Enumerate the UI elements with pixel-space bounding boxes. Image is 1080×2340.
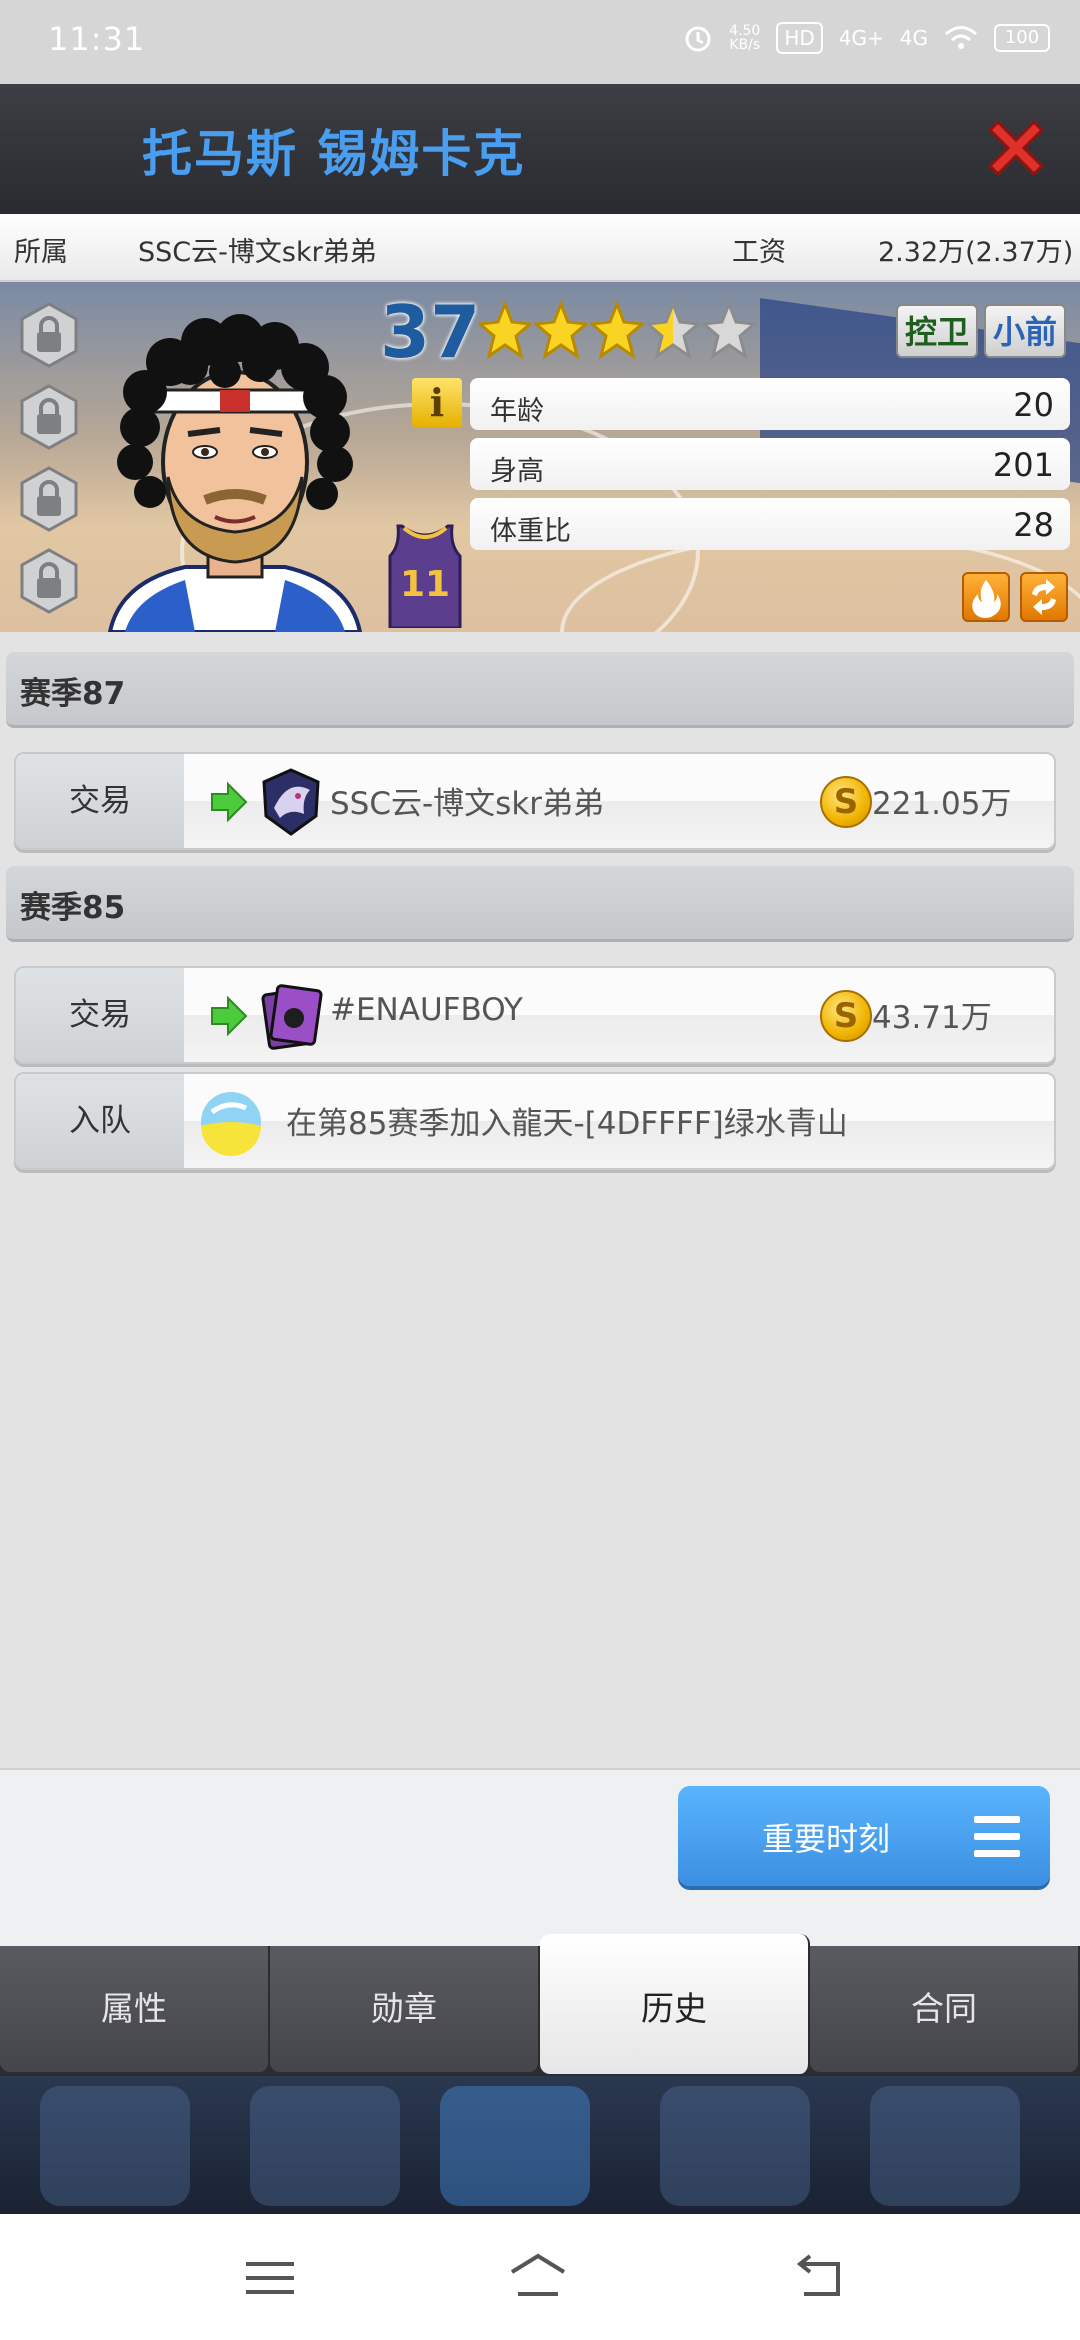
lock-badge-icon[interactable] — [20, 466, 78, 532]
player-card: 37 控卫 小前 i 年龄 20 身高 201 体重比 28 11 — [0, 282, 1080, 632]
salary-label: 工资 — [732, 237, 786, 268]
stat-weight-ratio: 体重比 28 — [470, 498, 1070, 550]
jersey-icon: 11 — [388, 522, 462, 628]
system-nav-bar — [0, 2214, 1080, 2340]
row-type: 交易 — [16, 968, 184, 1062]
row-type: 入队 — [16, 1074, 184, 1168]
season-header: 赛季87 — [6, 652, 1074, 728]
row-type: 交易 — [16, 754, 184, 848]
team-name: SSC云-博文skr弟弟 — [330, 786, 605, 822]
team-salary-row: 所属 SSC云-博文skr弟弟 工资 2.32万(2.37万) — [0, 214, 1080, 282]
star-half-icon — [646, 300, 700, 360]
history-row-join[interactable]: 入队 在第85赛季加入龍天-[4DFFFF]绿水青山 — [14, 1072, 1056, 1170]
coin-icon: S — [820, 990, 872, 1042]
jersey-number: 11 — [399, 564, 451, 605]
join-text: 在第85赛季加入龍天-[4DFFFF]绿水青山 — [286, 1106, 848, 1142]
refresh-icon — [1032, 579, 1056, 615]
home-icon[interactable] — [508, 2250, 568, 2306]
arrow-right-icon — [211, 996, 248, 1036]
wifi-icon — [945, 26, 977, 49]
team-label: 所属 — [14, 237, 68, 268]
tab-contract[interactable]: 合同 — [810, 1946, 1080, 2072]
tab-medals[interactable]: 勋章 — [270, 1946, 540, 2072]
stat-age: 年龄 20 — [470, 378, 1070, 430]
status-time: 11:31 — [48, 20, 146, 58]
tab-history[interactable]: 历史 — [540, 1934, 810, 2074]
alarm-icon — [685, 26, 711, 52]
fire-button[interactable] — [962, 572, 1010, 622]
close-icon[interactable] — [980, 112, 1052, 184]
team-value: SSC云-博文skr弟弟 — [138, 237, 377, 268]
history-row-trade[interactable]: 交易 #ENAUFBOY S 43.71万 — [14, 966, 1056, 1064]
sim1-signal: 4G+ — [838, 26, 884, 50]
recents-menu-icon[interactable] — [240, 2250, 300, 2306]
menu-icon — [974, 1816, 1020, 1867]
team-logo-icon — [201, 1092, 261, 1156]
status-icons: 4.50 KB/s HD 4G+ 4G 100 — [683, 22, 1050, 54]
arrow-right-icon — [211, 782, 248, 822]
trade-amount: 221.05万 — [872, 786, 1012, 822]
position-badge-pg: 控卫 — [896, 304, 978, 358]
key-moments-button[interactable]: 重要时刻 — [678, 1786, 1050, 1886]
lock-badge-icon[interactable] — [20, 302, 78, 368]
blurred-background — [0, 2076, 1080, 2214]
status-bar: 11:31 4.50 KB/s HD 4G+ 4G 100 — [0, 0, 1080, 84]
star-full-icon — [534, 300, 588, 360]
back-icon[interactable] — [790, 2250, 850, 2306]
fire-icon — [972, 580, 1001, 618]
player-name: 托马斯 锡姆卡克 — [142, 125, 526, 183]
salary-value: 2.32万(2.37万) — [878, 237, 1074, 268]
stat-height: 身高 201 — [470, 438, 1070, 490]
tab-bar: 属性 勋章 历史 合同 — [0, 1934, 1080, 2076]
team-name: #ENAUFBOY — [330, 992, 523, 1028]
team-logo-icon — [262, 768, 320, 836]
position-badge-sf: 小前 — [984, 304, 1066, 358]
star-empty-icon — [702, 300, 756, 360]
player-header: 托马斯 锡姆卡克 — [0, 84, 1080, 214]
star-full-icon — [590, 300, 644, 360]
season-header: 赛季85 — [6, 866, 1074, 942]
history-row-trade[interactable]: 交易 SSC云-博文skr弟弟 S 221.05万 — [14, 752, 1056, 850]
refresh-button[interactable] — [1020, 572, 1068, 622]
tab-attributes[interactable]: 属性 — [0, 1946, 270, 2072]
battery-indicator: 100 — [994, 24, 1050, 52]
team-logo-icon — [261, 984, 323, 1050]
lock-badge-icon[interactable] — [20, 384, 78, 450]
star-rating — [478, 300, 756, 360]
net-speed: 4.50 KB/s — [729, 23, 761, 53]
sim2-signal: 4G — [899, 26, 928, 50]
player-avatar — [107, 314, 363, 632]
hd-badge: HD — [776, 22, 823, 54]
lock-badge-icon[interactable] — [20, 548, 78, 614]
info-button[interactable]: i — [412, 378, 462, 428]
overall-rating: 37 — [380, 290, 481, 374]
coin-icon: S — [820, 776, 872, 828]
star-full-icon — [478, 300, 532, 360]
trade-amount: 43.71万 — [872, 1000, 992, 1036]
